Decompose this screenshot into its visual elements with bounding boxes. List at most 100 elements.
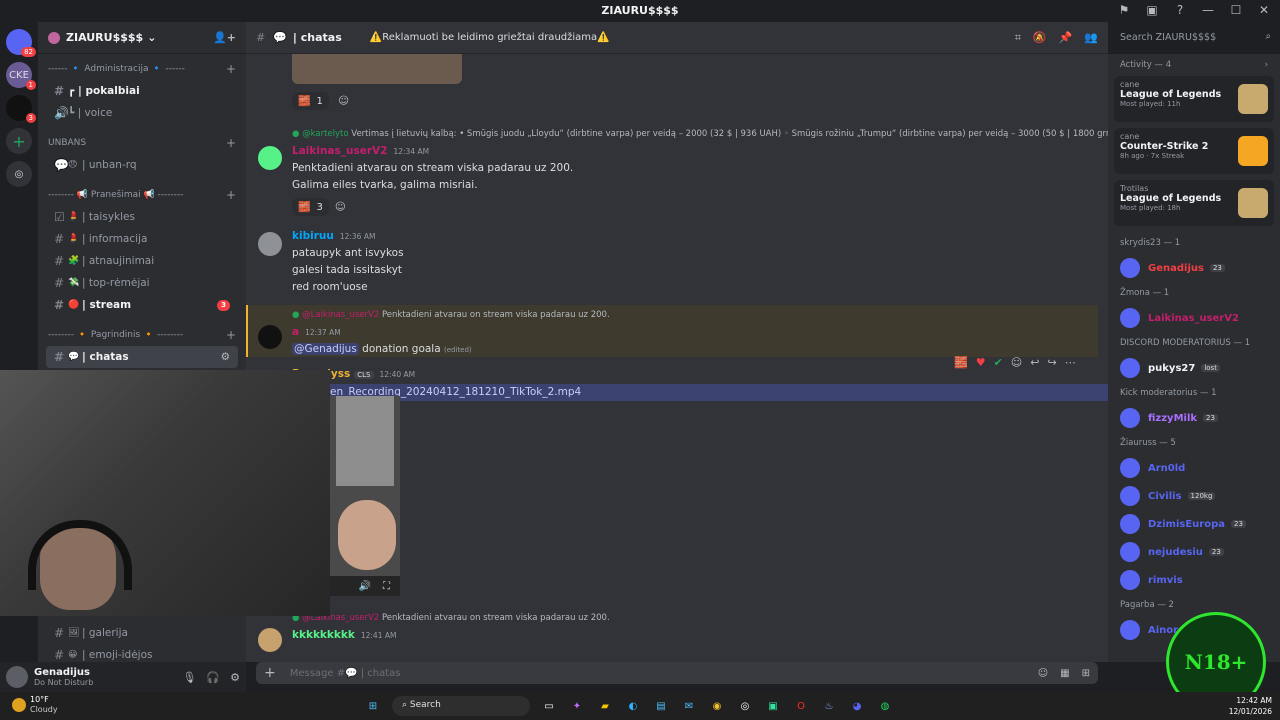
member-item[interactable]: fizzyMilk 23 (1108, 404, 1280, 432)
category-pagrindinis[interactable]: -------- 🔸 Pagrindinis 🔸 -------- + (38, 324, 246, 346)
reaction[interactable]: 🧱 3 (292, 198, 329, 216)
message-input[interactable]: Message #💬 | chatas (290, 668, 401, 679)
channel-informacija[interactable]: # 💄 | informacija (46, 228, 238, 250)
chrome-icon[interactable]: ◉ (708, 697, 726, 715)
volume-icon[interactable]: 🔊 (359, 581, 371, 592)
close-icon[interactable]: ✕ (1256, 2, 1272, 18)
spotify-icon[interactable]: ◍ (876, 697, 894, 715)
reply-preview[interactable]: ● @Laikinas_userV2 Penktadieni atvarau o… (292, 307, 1108, 324)
clock[interactable]: 12:42 AM 12/01/2026 (1229, 695, 1272, 717)
plus-icon[interactable]: + (226, 188, 236, 202)
avatar[interactable] (258, 232, 282, 256)
apps-icon[interactable]: ⊞ (1082, 668, 1090, 679)
search-input[interactable]: Search ZIAURU$$$$ ⌕ (1114, 28, 1276, 48)
reaction[interactable]: 🧱 1 (292, 92, 329, 110)
add-reaction-icon[interactable]: ☺ (338, 95, 349, 107)
member-item[interactable]: Civilis 120kg (1108, 482, 1280, 510)
activity-card[interactable]: cane Counter-Strike 2 8h ago · 7x Streak (1114, 128, 1274, 174)
pin-icon[interactable]: 📌 (1059, 31, 1073, 45)
settings-icon[interactable]: ⚙ (221, 351, 230, 363)
discover-icon[interactable]: ◎ (6, 161, 32, 187)
file-link[interactable]: en_Recording_20240412_181210_TikTok_2.mp… (330, 384, 1108, 401)
weather-widget[interactable]: 10°F Cloudy (30, 695, 58, 715)
member-item[interactable]: Genadijus 23 (1108, 254, 1280, 282)
channel-galerija[interactable]: # 🖼 | galerija (46, 622, 238, 644)
edge-icon[interactable]: ◐ (624, 697, 642, 715)
member-item[interactable]: rimvis (1108, 566, 1280, 594)
image-attachment[interactable] (292, 54, 462, 84)
home-server-icon[interactable]: 82 (6, 29, 36, 57)
server-icon-2[interactable]: 3 (6, 95, 36, 123)
member-item[interactable]: Arn0ld (1108, 454, 1280, 482)
category-unbans[interactable]: UNBANS + (38, 132, 246, 154)
guild-header[interactable]: ZIAURU$$$$ ⌄ 👤+ (38, 22, 246, 54)
plus-icon[interactable]: + (226, 328, 236, 342)
category-admin[interactable]: ------ 🔹 Administracija 🔹 ------ + (38, 58, 246, 80)
message-author[interactable]: a (292, 326, 299, 338)
forward-icon[interactable]: ↪ (1047, 356, 1056, 369)
channel-voice[interactable]: 🔊 ┗ | voice (46, 102, 238, 124)
member-item[interactable]: DzimisEuropa 23 (1108, 510, 1280, 538)
add-member-icon[interactable]: 👤+ (213, 31, 236, 44)
reaction-icon[interactable]: 🧱 (954, 356, 968, 369)
minimize-icon[interactable]: — (1200, 2, 1216, 18)
flag-icon[interactable]: ⚑ (1116, 2, 1132, 18)
channel-top-remejai[interactable]: # 💸 | top-rėmėjai (46, 272, 238, 294)
plus-icon[interactable]: + (226, 136, 236, 150)
avatar[interactable] (258, 325, 282, 349)
file-explorer-icon[interactable]: ▰ (596, 697, 614, 715)
threads-icon[interactable]: ⌗ (1015, 31, 1021, 45)
avatar[interactable] (6, 666, 28, 688)
message-author[interactable]: kkkkkkkkk (292, 629, 355, 641)
channel-topic[interactable]: ⚠️Reklamuoti be leidimo griežtai draudži… (370, 32, 610, 43)
opera-icon[interactable]: O (792, 697, 810, 715)
reply-icon[interactable]: ↩ (1030, 356, 1039, 369)
channel-chatas[interactable]: # 💬 | chatas ⚙ (46, 346, 238, 368)
plus-icon[interactable]: + (226, 62, 236, 76)
check-icon[interactable]: ✔ (994, 356, 1003, 369)
mail-icon[interactable]: ✉ (680, 697, 698, 715)
reply-preview[interactable]: ● @Laikinas_userV2 Penktadieni atvarau o… (292, 610, 1108, 627)
add-reaction-icon[interactable]: ☺ (335, 201, 346, 213)
message-author[interactable]: Laikinas_userV2 (292, 145, 387, 157)
gif-icon[interactable]: ▦ (1060, 668, 1069, 679)
activity-card[interactable]: cane League of Legends Most played: 11h (1114, 76, 1274, 122)
inbox-icon[interactable]: ▣ (1144, 2, 1160, 18)
member-item[interactable]: Laikinas_userV2 (1108, 304, 1280, 332)
add-reaction-icon[interactable]: ☺ (1011, 356, 1022, 369)
task-view-icon[interactable]: ▭ (540, 697, 558, 715)
more-icon[interactable]: ⋯ (1065, 356, 1076, 369)
channel-unban-rq[interactable]: 💬 😠 | unban-rq (46, 154, 238, 176)
attach-icon[interactable]: + (264, 665, 276, 681)
headphones-icon[interactable]: 🎧 (206, 671, 220, 684)
member-list-icon[interactable]: 👥 (1084, 31, 1098, 45)
channel-stream[interactable]: # 🔴 | stream 3 (46, 294, 238, 316)
user-mention[interactable]: @Genadijus (292, 343, 359, 355)
mute-icon[interactable]: 🔕 (1033, 31, 1047, 45)
app-icon[interactable]: ◎ (736, 697, 754, 715)
member-item[interactable]: nejudesiu 23 (1108, 538, 1280, 566)
avatar[interactable] (258, 628, 282, 652)
message-author[interactable]: kibiruu (292, 230, 334, 242)
user-name[interactable]: Genadijus (34, 667, 93, 678)
add-server-icon[interactable]: + (6, 128, 32, 154)
start-icon[interactable]: ⊞ (364, 697, 382, 715)
maximize-icon[interactable]: ☐ (1228, 2, 1244, 18)
steam-icon[interactable]: ♨ (820, 697, 838, 715)
video-attachment[interactable]: 🔊 ⛶ (330, 396, 400, 596)
app-icon[interactable]: ▣ (764, 697, 782, 715)
reply-preview[interactable]: ● @kartelyto Vertimas į lietuvių kalbą: … (292, 126, 1108, 143)
settings-icon[interactable]: ⚙ (230, 671, 240, 684)
category-pranesimai[interactable]: -------- 📢 Pranešimai 📢 -------- + (38, 184, 246, 206)
copilot-icon[interactable]: ✦ (568, 697, 586, 715)
avatar[interactable] (258, 146, 282, 170)
server-icon-cke[interactable]: CKE 1 (6, 62, 36, 90)
microphone-icon[interactable]: 🎙 (182, 671, 196, 684)
heart-icon[interactable]: ♥ (976, 356, 986, 369)
channel-taisykles[interactable]: ☑ 💄 | taisykles (46, 206, 238, 228)
discord-icon[interactable]: ◕ (848, 697, 866, 715)
channel-pokalbiai[interactable]: # ┏ | pokalbiai (46, 80, 238, 102)
channel-atnaujinimai[interactable]: # 🧩 | atnaujinimai (46, 250, 238, 272)
store-icon[interactable]: ▤ (652, 697, 670, 715)
activity-card[interactable]: Trotilas League of Legends Most played: 18… (1114, 180, 1274, 226)
